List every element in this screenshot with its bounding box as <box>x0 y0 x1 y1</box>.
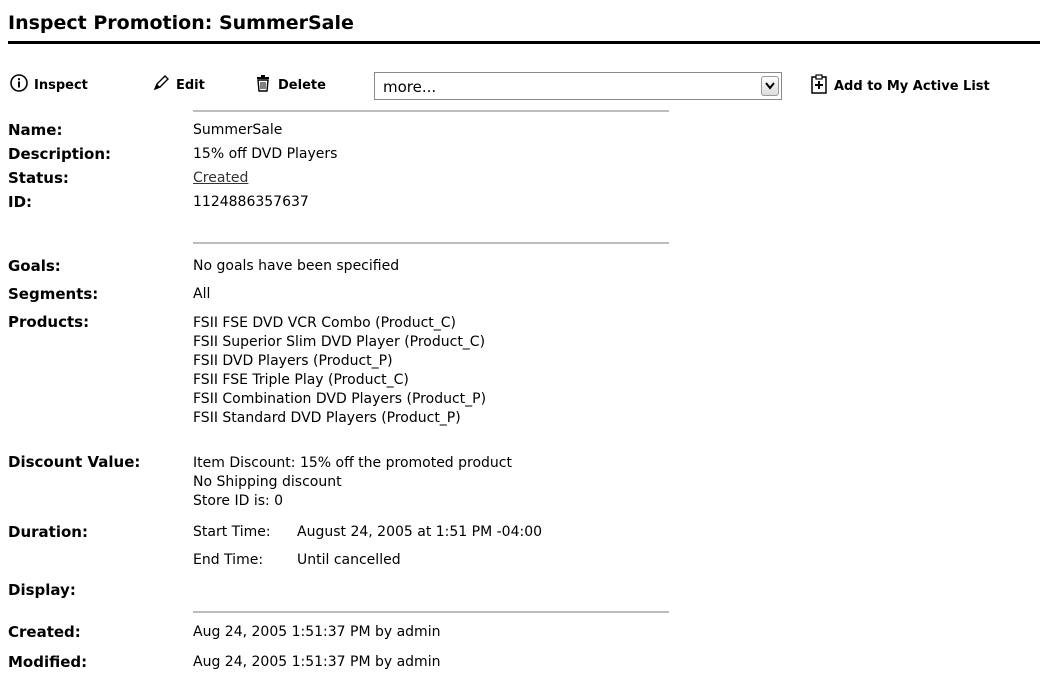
trash-icon <box>254 74 272 96</box>
field-value: SummerSale <box>193 122 283 138</box>
chevron-down-icon[interactable] <box>761 76 779 96</box>
list-item: FSII Combination DVD Players (Product_P) <box>193 391 487 407</box>
divider <box>193 110 669 112</box>
field-value: Aug 24, 2005 1:51:37 PM by admin <box>193 624 441 640</box>
field-value: All <box>193 286 211 302</box>
divider <box>193 611 669 613</box>
field-value: 1124886357637 <box>193 194 309 210</box>
divider <box>193 242 669 244</box>
more-select[interactable]: more... <box>374 72 782 100</box>
field-label: Discount Value: <box>8 453 141 471</box>
list-item: FSII Superior Slim DVD Player (Product_C… <box>193 334 486 350</box>
toolbar: Inspect Edit Delete more... Add to My Ac… <box>0 66 1045 106</box>
field-value: 15% off DVD Players <box>193 146 338 162</box>
end-time-value: Until cancelled <box>297 552 401 568</box>
list-item: Item Discount: 15% off the promoted prod… <box>193 455 512 471</box>
delete-label: Delete <box>278 77 326 93</box>
field-label: Goals: <box>8 257 61 275</box>
field-value: FSII FSE DVD VCR Combo (Product_C) FSII … <box>193 314 673 428</box>
add-to-active-list-label: Add to My Active List <box>834 78 990 94</box>
field-label: Status: <box>8 169 69 187</box>
inspect-button[interactable]: Inspect <box>10 74 88 96</box>
delete-button[interactable]: Delete <box>254 74 326 96</box>
field-label: Duration: <box>8 523 88 541</box>
list-item: FSII DVD Players (Product_P) <box>193 353 393 369</box>
field-label: ID: <box>8 193 33 211</box>
field-label: Description: <box>8 145 112 163</box>
list-item: FSII Standard DVD Players (Product_P) <box>193 410 461 426</box>
more-select-value: more... <box>383 78 437 96</box>
field-value: Aug 24, 2005 1:51:37 PM by admin <box>193 654 441 670</box>
clipboard-add-icon <box>810 74 828 98</box>
end-time-label: End Time: <box>193 552 264 568</box>
field-label: Products: <box>8 313 90 331</box>
pencil-icon <box>152 74 170 96</box>
field-label: Created: <box>8 623 81 641</box>
start-time-value: August 24, 2005 at 1:51 PM -04:00 <box>297 524 543 540</box>
field-label: Name: <box>8 121 63 139</box>
add-to-active-list-button[interactable]: Add to My Active List <box>810 74 990 98</box>
field-value: Start Time: August 24, 2005 at 1:51 PM -0… <box>193 523 673 570</box>
field-label: Display: <box>8 581 76 599</box>
field-value: Item Discount: 15% off the promoted prod… <box>193 454 673 511</box>
info-icon <box>10 74 28 96</box>
start-time-label: Start Time: <box>193 524 271 540</box>
edit-button[interactable]: Edit <box>152 74 205 96</box>
field-label: Segments: <box>8 285 99 303</box>
page-title: Inspect Promotion: SummerSale <box>8 5 1040 44</box>
list-item: No Shipping discount <box>193 474 342 490</box>
list-item: Store ID is: 0 <box>193 493 284 509</box>
status-link[interactable]: Created <box>193 169 248 188</box>
field-label: Modified: <box>8 653 88 671</box>
list-item: FSII FSE DVD VCR Combo (Product_C) <box>193 315 456 331</box>
edit-label: Edit <box>176 77 205 93</box>
field-value: No goals have been specified <box>193 258 400 274</box>
inspect-label: Inspect <box>34 77 88 93</box>
list-item: FSII FSE Triple Play (Product_C) <box>193 372 409 388</box>
